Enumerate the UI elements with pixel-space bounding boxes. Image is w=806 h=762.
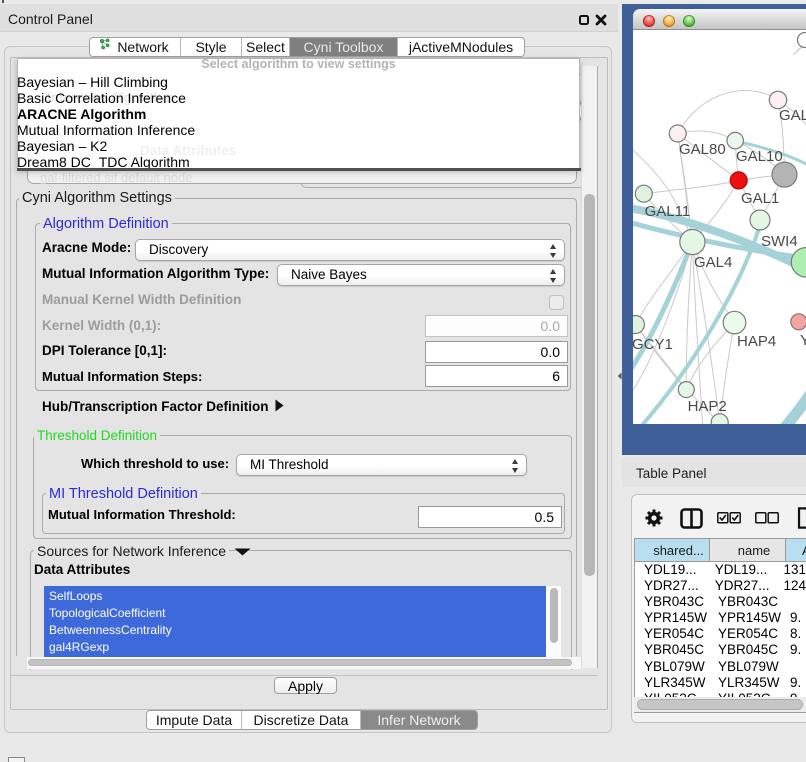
svg-text:GAL11: GAL11 [645, 203, 691, 220]
svg-text:HAP4: HAP4 [737, 333, 776, 350]
svg-text:SWI4: SWI4 [761, 233, 798, 250]
svg-text:GCY1: GCY1 [633, 336, 673, 353]
svg-text:Y: Y [800, 332, 806, 349]
svg-text:GAL4: GAL4 [694, 254, 732, 271]
svg-text:HAP2: HAP2 [688, 398, 727, 415]
svg-text:GAL80: GAL80 [679, 141, 726, 158]
svg-text:GAL1: GAL1 [741, 190, 779, 207]
svg-text:GAL10: GAL10 [736, 148, 783, 165]
svg-text:GAL7: GAL7 [779, 107, 806, 124]
